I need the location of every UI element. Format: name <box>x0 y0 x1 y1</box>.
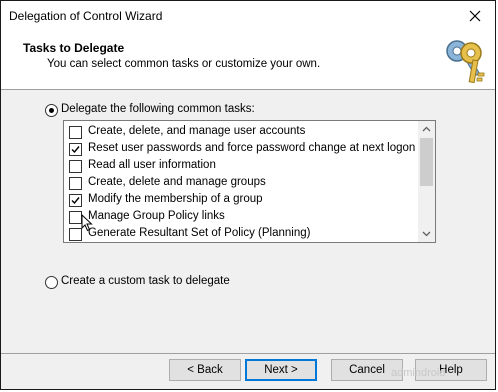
custom-task-radio[interactable] <box>45 276 58 289</box>
window-title: Delegation of Control Wizard <box>9 9 163 23</box>
task-item[interactable]: Reset user passwords and force password … <box>64 141 416 158</box>
page-subtitle: You can select common tasks or customize… <box>47 58 321 70</box>
task-item[interactable]: Read all user information <box>64 158 416 175</box>
task-checkbox[interactable] <box>69 126 82 139</box>
button-separator <box>1 353 495 354</box>
common-tasks-label[interactable]: Delegate the following common tasks: <box>61 103 255 115</box>
close-button[interactable] <box>465 6 485 26</box>
task-item[interactable]: Create, delete, and manage user accounts <box>64 124 416 141</box>
task-checkbox[interactable] <box>69 160 82 173</box>
wizard-window: Delegation of Control Wizard Tasks to De… <box>0 0 496 390</box>
scroll-down-icon[interactable] <box>418 225 435 242</box>
task-checkbox[interactable] <box>69 194 82 207</box>
radio-selected-dot <box>49 108 54 113</box>
scroll-up-icon[interactable] <box>418 121 435 138</box>
task-item[interactable]: Create, delete and manage groups <box>64 175 416 192</box>
vertical-scrollbar[interactable] <box>418 121 435 242</box>
page-title: Tasks to Delegate <box>23 41 125 55</box>
task-item[interactable]: Manage Group Policy links <box>64 209 416 226</box>
checkmark-icon <box>71 146 80 154</box>
task-label: Modify the membership of a group <box>88 193 263 205</box>
task-label: Generate Resultant Set of Policy (Planni… <box>88 227 311 239</box>
task-label: Create, delete, and manage user accounts <box>88 125 306 137</box>
close-icon <box>469 10 481 22</box>
common-tasks-radio[interactable] <box>45 104 58 117</box>
custom-task-label[interactable]: Create a custom task to delegate <box>61 275 230 287</box>
task-label: Read all user information <box>88 159 216 171</box>
mouse-cursor-icon <box>81 214 93 232</box>
checkmark-icon <box>71 197 80 205</box>
task-checkbox[interactable] <box>69 177 82 190</box>
scrollbar-thumb[interactable] <box>420 138 433 186</box>
next-button[interactable]: Next > <box>245 359 317 381</box>
keys-icon <box>446 40 485 84</box>
task-item[interactable]: Generate Resultant Set of Policy (Planni… <box>64 226 416 242</box>
wizard-header: Tasks to Delegate You can select common … <box>1 31 495 90</box>
back-button[interactable]: < Back <box>169 359 241 381</box>
task-label: Reset user passwords and force password … <box>88 142 416 154</box>
task-label: Manage Group Policy links <box>88 210 225 222</box>
task-label: Create, delete and manage groups <box>88 176 266 188</box>
title-bar: Delegation of Control Wizard <box>1 1 495 31</box>
task-list[interactable]: Create, delete, and manage user accounts… <box>63 120 436 243</box>
watermark: admindroid <box>391 367 446 379</box>
task-checkbox[interactable] <box>69 143 82 156</box>
task-item[interactable]: Modify the membership of a group <box>64 192 416 209</box>
